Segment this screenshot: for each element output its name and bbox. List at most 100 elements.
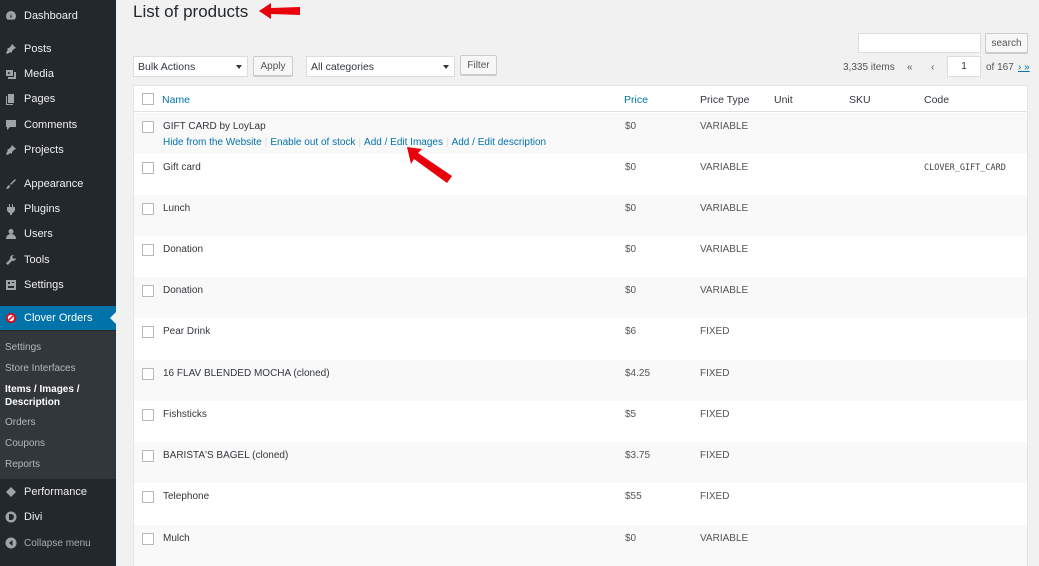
row-checkbox[interactable]	[142, 121, 154, 133]
product-code: CLOVER_GIFT_CARD	[924, 163, 1006, 173]
row-checkbox[interactable]	[142, 285, 154, 297]
product-price-type: VARIABLE	[700, 121, 749, 132]
product-price-type: VARIABLE	[700, 203, 749, 214]
last-page-button[interactable]: »	[1024, 62, 1030, 73]
total-pages: of 167	[986, 62, 1014, 73]
separator: |	[264, 137, 268, 148]
pages-icon	[5, 93, 17, 105]
next-page-links[interactable]: › »	[1018, 62, 1030, 73]
submenu-item-reports[interactable]: Reports	[5, 458, 40, 471]
submenu-item-store-interfaces[interactable]: Store Interfaces	[5, 362, 76, 375]
filter-button[interactable]: Filter	[460, 55, 497, 75]
product-name[interactable]: BARISTA'S BAGEL (cloned)	[163, 450, 288, 461]
select-all-checkbox[interactable]	[142, 93, 154, 105]
search-button[interactable]: search	[985, 33, 1028, 53]
sidebar-item-appearance[interactable]: Appearance	[0, 172, 116, 196]
admin-sidebar: Dashboard Posts Media Pages Comments Pro…	[0, 0, 116, 566]
product-name[interactable]: 16 FLAV BLENDED MOCHA (cloned)	[163, 368, 330, 379]
product-name[interactable]: GIFT CARD by LoyLap	[163, 121, 266, 132]
column-header-sku: SKU	[849, 94, 871, 106]
row-checkbox[interactable]	[142, 409, 154, 421]
bulk-actions-select[interactable]: Bulk Actions	[133, 56, 248, 77]
sidebar-item-users[interactable]: Users	[0, 222, 116, 246]
table-row[interactable]: Donation $0 VARIABLE	[134, 236, 1027, 277]
table-row[interactable]: BARISTA'S BAGEL (cloned) $3.75 FIXED	[134, 442, 1027, 483]
sidebar-item-performance[interactable]: Performance	[0, 480, 116, 504]
column-header-unit: Unit	[774, 94, 793, 106]
product-price-type: FIXED	[700, 409, 730, 420]
submenu-item-coupons[interactable]: Coupons	[5, 437, 45, 450]
sidebar-item-tools[interactable]: Tools	[0, 248, 116, 272]
sidebar-item-dashboard[interactable]: Dashboard	[0, 4, 116, 28]
add-edit-description-link[interactable]: Add / Edit description	[452, 137, 547, 148]
table-row[interactable]: Mulch $0 VARIABLE	[134, 525, 1027, 566]
row-checkbox[interactable]	[142, 203, 154, 215]
sidebar-item-settings[interactable]: Settings	[0, 273, 116, 297]
apply-button[interactable]: Apply	[253, 56, 293, 76]
table-row[interactable]: 16 FLAV BLENDED MOCHA (cloned) $4.25 FIX…	[134, 360, 1027, 401]
page-title: List of products	[133, 2, 249, 21]
product-name[interactable]: Donation	[163, 244, 203, 255]
row-checkbox[interactable]	[142, 326, 154, 338]
product-price-type: VARIABLE	[700, 285, 749, 296]
users-icon	[5, 228, 17, 240]
sidebar-item-label: Settings	[24, 279, 64, 291]
first-page-button[interactable]: «	[907, 62, 913, 73]
table-row[interactable]: Fishsticks $5 FIXED	[134, 401, 1027, 442]
sidebar-item-media[interactable]: Media	[0, 62, 116, 86]
product-name[interactable]: Donation	[163, 285, 203, 296]
hide-from-website-link[interactable]: Hide from the Website	[163, 137, 262, 148]
sidebar-item-plugins[interactable]: Plugins	[0, 197, 116, 221]
sidebar-item-projects[interactable]: Projects	[0, 138, 116, 162]
sidebar-item-label: Divi	[24, 511, 43, 523]
product-name[interactable]: Pear Drink	[163, 326, 210, 337]
submenu-item-items-images[interactable]: Items / Images /	[5, 383, 79, 396]
sidebar-item-clover-orders[interactable]: Clover Orders	[0, 306, 116, 330]
product-name[interactable]: Telephone	[163, 491, 209, 502]
sidebar-item-label: Performance	[24, 486, 87, 498]
column-header-price[interactable]: Price	[624, 94, 648, 106]
sidebar-item-posts[interactable]: Posts	[0, 37, 116, 61]
sidebar-item-label: Collapse menu	[24, 537, 91, 549]
clover-icon	[5, 312, 17, 324]
table-row[interactable]: Telephone $55 FIXED	[134, 483, 1027, 524]
submenu-item-settings[interactable]: Settings	[5, 341, 41, 354]
row-checkbox[interactable]	[142, 162, 154, 174]
product-name[interactable]: Lunch	[163, 203, 190, 214]
items-count: 3,335 items	[843, 62, 895, 73]
prev-page-button[interactable]: ‹	[931, 62, 934, 73]
row-checkbox[interactable]	[142, 450, 154, 462]
table-row[interactable]: Gift card $0 VARIABLE CLOVER_GIFT_CARD	[134, 154, 1027, 195]
row-checkbox[interactable]	[142, 533, 154, 545]
settings-icon	[5, 279, 17, 291]
table-row[interactable]: Donation $0 VARIABLE	[134, 277, 1027, 318]
product-price: $0	[625, 203, 637, 214]
row-checkbox[interactable]	[142, 244, 154, 256]
sidebar-item-label: Media	[24, 68, 54, 80]
enable-out-of-stock-link[interactable]: Enable out of stock	[270, 137, 355, 148]
comments-icon	[5, 119, 17, 131]
column-header-name[interactable]: Name	[162, 94, 190, 106]
row-checkbox[interactable]	[142, 491, 154, 503]
submenu-item-description[interactable]: Description	[5, 396, 60, 409]
table-row[interactable]: Lunch $0 VARIABLE	[134, 195, 1027, 236]
next-page-button[interactable]: ›	[1018, 62, 1021, 73]
product-name[interactable]: Fishsticks	[163, 409, 207, 420]
product-price: $3.75	[625, 450, 651, 461]
product-name[interactable]: Gift card	[163, 162, 201, 173]
collapse-menu-button[interactable]: Collapse menu	[0, 531, 116, 555]
pin-icon	[5, 43, 17, 55]
product-name[interactable]: Mulch	[163, 533, 190, 544]
sidebar-item-label: Pages	[24, 93, 56, 105]
sidebar-item-divi[interactable]: Divi	[0, 505, 116, 529]
current-page-input[interactable]: 1	[947, 56, 981, 77]
table-row[interactable]: GIFT CARD by LoyLap $0 VARIABLE Hide fro…	[134, 113, 1027, 154]
sidebar-item-comments[interactable]: Comments	[0, 113, 116, 137]
separator: |	[358, 137, 362, 148]
row-checkbox[interactable]	[142, 368, 154, 380]
table-row[interactable]: Pear Drink $6 FIXED	[134, 318, 1027, 359]
search-input[interactable]	[858, 33, 981, 53]
sidebar-item-pages[interactable]: Pages	[0, 87, 116, 111]
submenu-item-orders[interactable]: Orders	[5, 416, 36, 429]
categories-select[interactable]: All categories	[306, 56, 455, 77]
